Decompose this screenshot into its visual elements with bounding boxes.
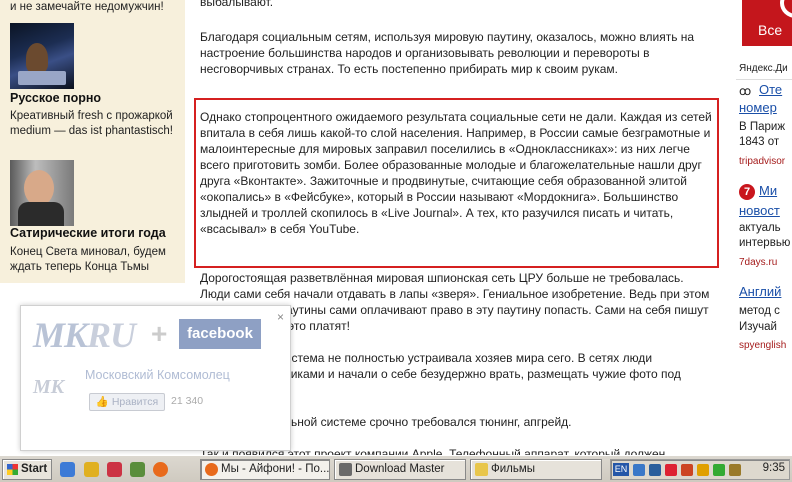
folder-icon [475, 463, 488, 476]
taskbar-item-download-master[interactable]: Download Master [334, 459, 466, 480]
left-top-text[interactable]: и не замечайте недомужчин! [10, 1, 164, 13]
article-paragraph: Благодаря социальным сетям, используя ми… [200, 30, 695, 76]
taskbar: Start Мы - Айфони! - По... Download Mast… [0, 455, 792, 482]
system-tray: EN 9:35 [610, 459, 790, 480]
like-button[interactable]: 👍 Нравится [89, 393, 165, 411]
owl-icon: ꝏ [739, 84, 752, 98]
ad-text: метод с [739, 305, 780, 317]
ad-link-english[interactable]: Англий [739, 284, 781, 299]
logo-ru-text: RU [87, 315, 136, 355]
app-quicklaunch-icon[interactable] [130, 462, 145, 477]
app-quicklaunch-icon[interactable] [107, 462, 122, 477]
mkru-logo: MKRU [33, 314, 136, 356]
ad-source[interactable]: tripadvisor [739, 156, 785, 167]
article-paragraph: выбалывают. [200, 0, 274, 9]
ad-source[interactable]: spyenglish [739, 340, 786, 351]
left-item2-title[interactable]: Сатирические итоги года [10, 226, 166, 240]
tray-icon[interactable] [697, 464, 709, 476]
left-sidebar: и не замечайте недомужчин! Русское порно… [0, 0, 185, 283]
left-item1-text: Креативный fresh с прожаркой medium — da… [10, 110, 173, 137]
like-label: Нравится [111, 396, 159, 408]
firefox-quicklaunch-icon[interactable] [153, 462, 168, 477]
ad-text: интервью [739, 237, 791, 249]
tray-icon[interactable] [665, 464, 677, 476]
tray-icon[interactable] [713, 464, 725, 476]
facebook-logo[interactable]: facebook [179, 319, 261, 349]
firefox-icon [205, 463, 218, 476]
start-button[interactable]: Start [2, 459, 52, 480]
logo-mk-text: MK [33, 315, 88, 355]
ad-text: В Париж [739, 121, 786, 133]
ad-link-news[interactable]: Ми [759, 183, 777, 198]
taskbar-item-label: Фильмы [491, 463, 536, 475]
left-item2-text: Конец Света миновал, будем ждать теперь … [10, 246, 166, 273]
plus-sign: + [151, 318, 168, 349]
divider [736, 79, 792, 80]
right-ad-column: Все Яндекс.Ди ꝏ Оте номер В Париж 1843 о… [722, 0, 792, 455]
tray-icon[interactable] [649, 464, 661, 476]
number-badge: 7 [739, 184, 755, 200]
taskbar-item-label: Мы - Айфони! - По... [221, 463, 330, 475]
clock[interactable]: 9:35 [763, 462, 785, 474]
language-indicator[interactable]: EN [613, 463, 629, 476]
facebook-like-popup: × MKRU + facebook MK Московский Комсомол… [20, 305, 291, 451]
tray-icon[interactable] [729, 464, 741, 476]
ad-text: Изучай [739, 321, 777, 333]
ad-link-news-cont[interactable]: новост [739, 203, 780, 218]
ad-text: 1843 от [739, 136, 780, 148]
close-icon[interactable]: × [277, 310, 284, 324]
taskbar-item-browser[interactable]: Мы - Айфони! - По... [200, 459, 330, 480]
circle-logo-icon [780, 0, 792, 18]
taskbar-item-label: Download Master [355, 463, 445, 475]
red-highlight-frame [194, 98, 719, 268]
man-portrait-thumbnail-image[interactable] [10, 160, 74, 226]
taskbar-item-folder[interactable]: Фильмы [470, 459, 602, 480]
tray-icon[interactable] [633, 464, 645, 476]
ad-text: актуаль [739, 222, 781, 234]
dj-thumbnail-image[interactable] [10, 23, 74, 89]
download-master-icon [339, 463, 352, 476]
ad-link-hotels[interactable]: Оте [759, 82, 782, 97]
ie-quicklaunch-icon[interactable] [60, 462, 75, 477]
mk-small-logo[interactable]: MK [33, 376, 64, 399]
ad-banner-text[interactable]: Все [758, 22, 782, 38]
yandex-direct-label[interactable]: Яндекс.Ди [739, 63, 788, 74]
left-item1-title[interactable]: Русское порно [10, 91, 101, 105]
like-count: 21 340 [171, 395, 204, 407]
ad-link-hotels-cont[interactable]: номер [739, 100, 777, 115]
page-name-link[interactable]: Московский Комсомолец [85, 368, 230, 382]
ad-source[interactable]: 7days.ru [739, 257, 777, 268]
tray-icon[interactable] [681, 464, 693, 476]
tool-quicklaunch-icon[interactable] [84, 462, 99, 477]
thumbs-up-icon: 👍 [95, 396, 109, 408]
